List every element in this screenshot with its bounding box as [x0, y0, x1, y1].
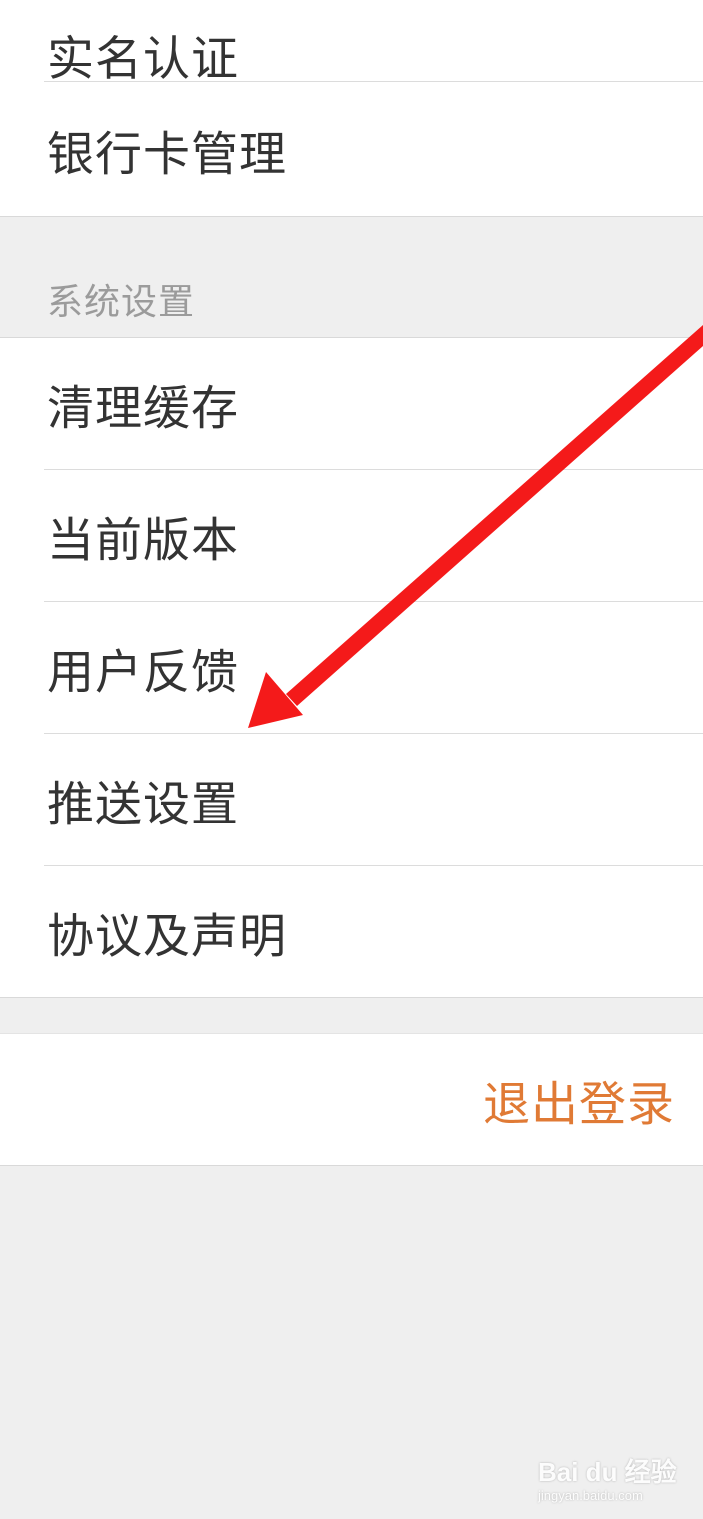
push-settings-row[interactable]: 推送设置: [0, 734, 703, 866]
logout-label: 退出登录: [483, 1077, 675, 1132]
watermark-brand: Bai du 经验: [538, 1457, 677, 1487]
real-name-verification-row[interactable]: 实名认证: [0, 0, 703, 87]
agreement-and-statement-label: 协议及声明: [47, 909, 287, 965]
system-settings-group: 清理缓存 当前版本 用户反馈 推送设置 协议及声明: [0, 337, 703, 998]
current-version-row[interactable]: 当前版本: [0, 470, 703, 602]
clear-cache-label: 清理缓存: [47, 381, 239, 437]
bank-card-management-label: 银行卡管理: [47, 127, 287, 183]
real-name-verification-label: 实名认证: [47, 32, 239, 87]
row-divider: [44, 81, 703, 82]
clear-cache-row[interactable]: 清理缓存: [0, 338, 703, 470]
watermark-url: jingyan.baidu.com: [538, 1488, 643, 1503]
logout-button[interactable]: 退出登录: [0, 1033, 703, 1166]
current-version-label: 当前版本: [47, 513, 239, 569]
user-feedback-row[interactable]: 用户反馈: [0, 602, 703, 734]
account-settings-group: 实名认证 银行卡管理: [0, 0, 703, 217]
user-feedback-label: 用户反馈: [47, 645, 239, 701]
watermark-logo: Bai du 经验 jingyan.baidu.com: [538, 1440, 678, 1510]
agreement-and-statement-row[interactable]: 协议及声明: [0, 866, 703, 998]
system-settings-section-header: 系统设置: [0, 217, 703, 337]
bank-card-management-row[interactable]: 银行卡管理: [0, 84, 703, 216]
push-settings-label: 推送设置: [47, 777, 239, 833]
section-header-label: 系统设置: [47, 282, 196, 323]
